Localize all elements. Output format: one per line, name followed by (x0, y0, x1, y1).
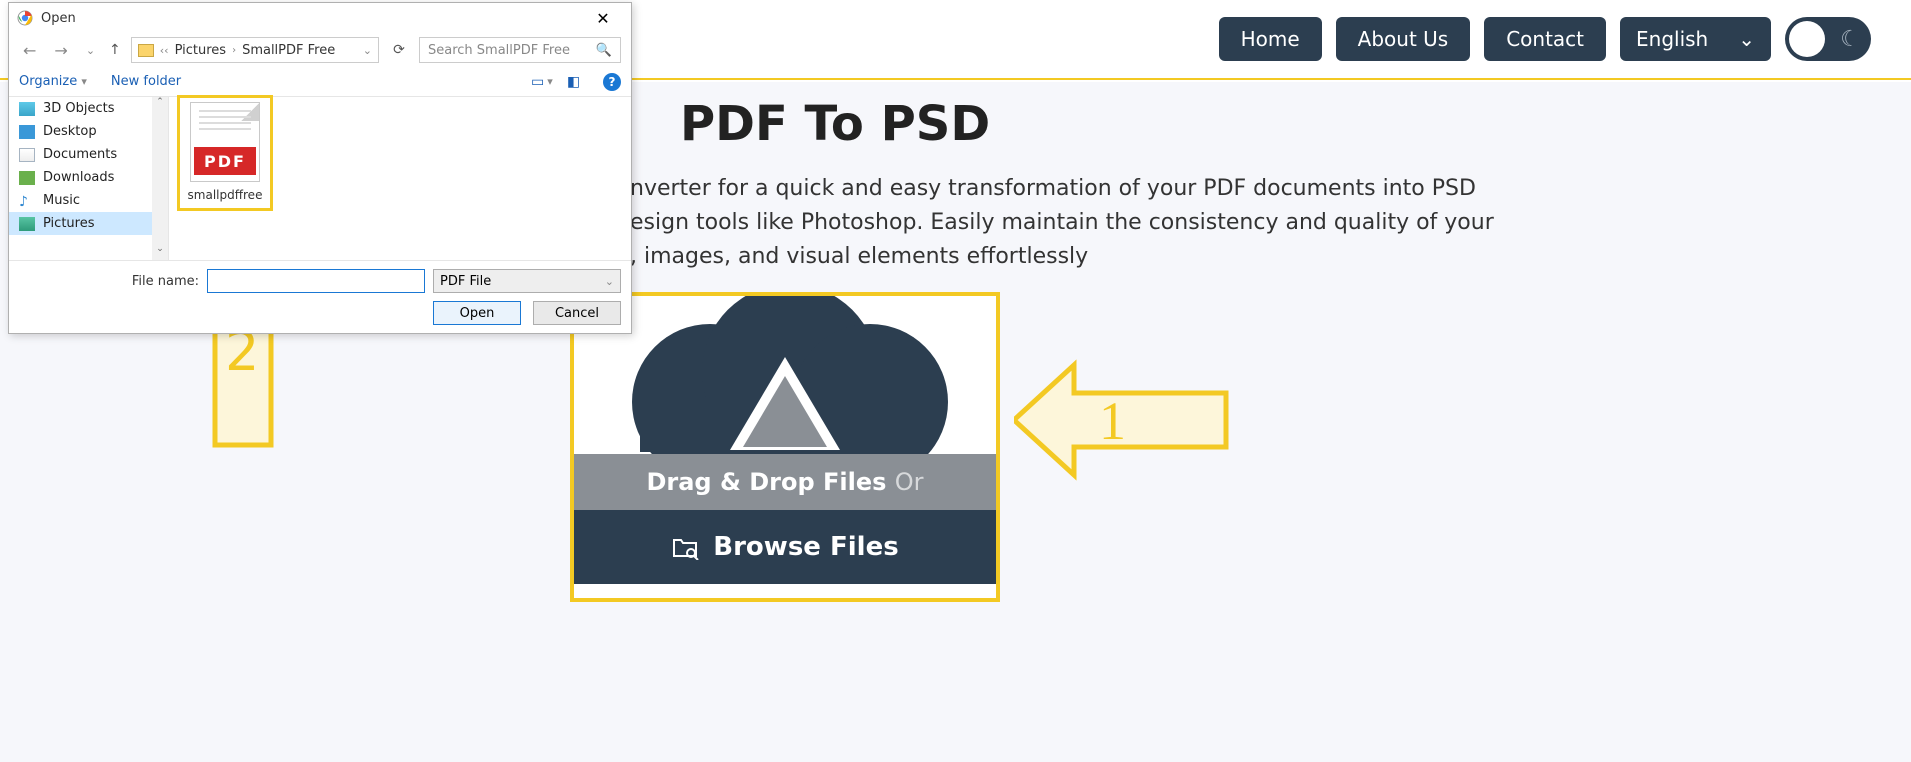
tree-item-documents[interactable]: Documents (9, 143, 168, 166)
search-placeholder: Search SmallPDF Free (428, 43, 570, 58)
cancel-button[interactable]: Cancel (533, 301, 621, 325)
dialog-toolbar: Organize ▾ New folder ▭ ▾ ◧ ? (9, 67, 631, 97)
file-open-dialog: Open ✕ ← → ⌄ ↑ ‹‹ Pictures › SmallPDF Fr… (8, 2, 632, 334)
dialog-body: 3D Objects Desktop Documents Downloads ♪… (9, 97, 631, 260)
search-icon: 🔍 (596, 43, 612, 58)
search-input[interactable]: Search SmallPDF Free 🔍 (419, 37, 621, 63)
file-type-select[interactable]: PDF File ⌄ (433, 269, 621, 293)
documents-icon (19, 148, 35, 162)
preview-pane-icon[interactable]: ◧ (567, 74, 589, 90)
folder-icon (138, 44, 154, 57)
tree-label: Downloads (43, 170, 114, 185)
desktop-icon (19, 125, 35, 139)
cloud-icon (580, 296, 990, 454)
tree-label: Pictures (43, 216, 94, 231)
tree-item-downloads[interactable]: Downloads (9, 166, 168, 189)
help-icon[interactable]: ? (603, 73, 621, 91)
toggle-knob (1789, 21, 1825, 57)
organize-menu[interactable]: Organize ▾ (19, 74, 87, 89)
language-select[interactable]: English ⌄ (1620, 17, 1771, 61)
chevron-right-icon: › (232, 45, 236, 56)
view-mode-icon[interactable]: ▭ ▾ (531, 74, 553, 90)
chrome-icon (17, 10, 33, 26)
annotation-arrow-1: 1 (1014, 355, 1234, 489)
dialog-titlebar: Open ✕ (9, 3, 631, 33)
tree-scrollbar[interactable]: ⌃ ⌄ (152, 97, 168, 260)
downloads-icon (19, 171, 35, 185)
tree-item-pictures[interactable]: Pictures (9, 212, 168, 235)
tree-item-music[interactable]: ♪ Music (9, 189, 168, 212)
dialog-title: Open (41, 11, 76, 26)
drag-or: Or (895, 468, 924, 496)
refresh-icon[interactable]: ⟳ (389, 42, 409, 58)
nav-back-icon[interactable]: ← (19, 41, 40, 60)
nav-forward-icon[interactable]: → (50, 41, 71, 60)
contact-button[interactable]: Contact (1484, 17, 1606, 61)
music-icon: ♪ (19, 194, 35, 208)
file-type-value: PDF File (440, 274, 491, 289)
chevron-down-icon: ⌄ (605, 275, 614, 288)
tree-item-desktop[interactable]: Desktop (9, 120, 168, 143)
open-button[interactable]: Open (433, 301, 521, 325)
about-button[interactable]: About Us (1336, 17, 1471, 61)
browse-label: Browse Files (713, 532, 898, 562)
moon-icon: ☾ (1840, 27, 1860, 52)
pdf-file-icon: PDF (190, 102, 260, 182)
3d-objects-icon (19, 102, 35, 116)
pdf-badge: PDF (194, 147, 256, 175)
upload-dropzone[interactable]: Drag & Drop Files Or Browse Files (570, 292, 1000, 602)
nav-tree: 3D Objects Desktop Documents Downloads ♪… (9, 97, 169, 260)
breadcrumb-2[interactable]: SmallPDF Free (242, 43, 335, 58)
nav-up-icon[interactable]: ↑ (109, 42, 121, 58)
file-name-label: smallpdffree (182, 188, 268, 202)
main-content: PDF To PSD nverter for a quick and easy … (570, 96, 1670, 602)
language-value: English (1636, 27, 1708, 51)
page-description: nverter for a quick and easy transformat… (630, 172, 1670, 274)
tree-label: Music (43, 193, 80, 208)
annotation-number-1: 1 (1099, 391, 1126, 451)
filename-label: File name: (132, 274, 199, 289)
dialog-nav-row: ← → ⌄ ↑ ‹‹ Pictures › SmallPDF Free ⌄ ⟳ … (9, 33, 631, 67)
scroll-down-icon[interactable]: ⌄ (152, 244, 168, 260)
dark-mode-toggle[interactable]: ☾ (1785, 17, 1871, 61)
breadcrumb-1[interactable]: Pictures (175, 43, 226, 58)
desc-line2: esign tools like Photoshop. Easily maint… (630, 210, 1494, 235)
scroll-up-icon[interactable]: ⌃ (152, 97, 168, 113)
new-folder-button[interactable]: New folder (111, 74, 181, 89)
chevron-right-icon: ‹‹ (160, 44, 169, 57)
breadcrumb[interactable]: ‹‹ Pictures › SmallPDF Free ⌄ (131, 37, 379, 63)
pictures-icon (19, 217, 35, 231)
cloud-illustration (574, 296, 996, 454)
tree-label: 3D Objects (43, 101, 115, 116)
page-title: PDF To PSD (680, 96, 1670, 152)
drag-text: Drag & Drop Files (646, 468, 886, 496)
tree-label: Documents (43, 147, 117, 162)
file-item-pdf[interactable]: PDF smallpdffree (177, 95, 273, 211)
desc-line3: , images, and visual elements effortless… (630, 244, 1088, 269)
folder-search-icon (671, 534, 699, 560)
chevron-down-icon: ⌄ (1738, 27, 1755, 51)
drag-drop-label: Drag & Drop Files Or (574, 454, 996, 510)
file-list[interactable]: PDF smallpdffree (169, 97, 631, 260)
browse-files-button[interactable]: Browse Files (574, 510, 996, 584)
desc-line1: nverter for a quick and easy transformat… (630, 176, 1476, 201)
filename-input[interactable] (207, 269, 425, 293)
close-icon[interactable]: ✕ (583, 9, 623, 28)
chevron-down-icon[interactable]: ⌄ (363, 44, 372, 57)
chevron-down-icon[interactable]: ⌄ (82, 44, 99, 57)
home-button[interactable]: Home (1219, 17, 1322, 61)
tree-item-3dobjects[interactable]: 3D Objects (9, 97, 168, 120)
tree-label: Desktop (43, 124, 97, 139)
dialog-footer: File name: PDF File ⌄ Open Cancel (9, 260, 631, 333)
